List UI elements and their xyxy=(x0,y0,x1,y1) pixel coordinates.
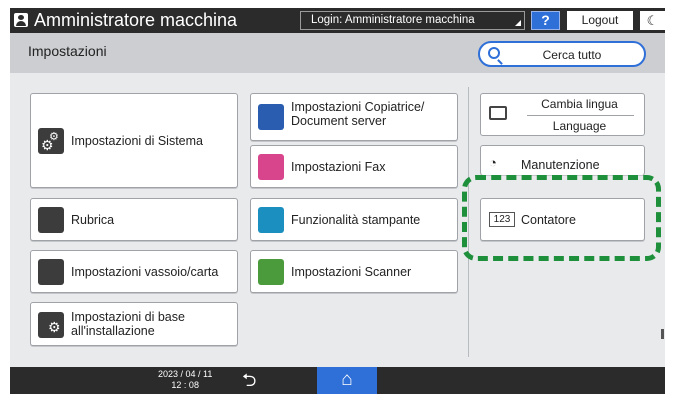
copier-icon xyxy=(258,104,284,130)
datetime: 2023 / 04 / 11 12 : 08 xyxy=(158,369,212,391)
search-all-button[interactable]: Cerca tutto xyxy=(478,41,646,67)
paper-tray-icon xyxy=(38,259,64,285)
printer-features-label: Funzionalità stampante xyxy=(291,213,421,227)
search-icon xyxy=(488,47,500,59)
system-settings-label: Impostazioni di Sistema xyxy=(71,134,204,148)
scanner-settings-label: Impostazioni Scanner xyxy=(291,265,412,279)
scanner-icon xyxy=(258,259,284,285)
bottom-bar: 2023 / 04 / 11 12 : 08 ⮌ ⌂ xyxy=(10,367,665,394)
copier-settings-label: Impostazioni Copiatrice/ Document server xyxy=(291,100,425,128)
tray-paper-tile[interactable]: Impostazioni vassoio/carta xyxy=(30,250,238,293)
printer-features-tile[interactable]: Funzionalità stampante xyxy=(250,198,458,241)
language-separator xyxy=(527,115,634,116)
main-area: ⚙ ⚙ Impostazioni di Sistema Impostazioni… xyxy=(10,73,665,367)
addressbook-label: Rubrica xyxy=(71,213,115,227)
search-all-label: Cerca tutto xyxy=(542,48,602,62)
language-label: Language xyxy=(552,119,607,133)
page-title: Impostazioni xyxy=(28,43,107,59)
copier-settings-tile[interactable]: Impostazioni Copiatrice/ Document server xyxy=(250,93,458,141)
date-text: 2023 / 04 / 11 xyxy=(158,369,213,379)
addressbook-tile[interactable]: Rubrica xyxy=(30,198,238,241)
help-button[interactable]: ? xyxy=(531,11,560,30)
change-language-label: Cambia lingua xyxy=(541,97,618,111)
scanner-settings-tile[interactable]: Impostazioni Scanner xyxy=(250,250,458,293)
fax-icon xyxy=(258,154,284,180)
printer-icon xyxy=(258,207,284,233)
user-title: Amministratore macchina xyxy=(34,10,238,30)
top-bar: Amministratore macchina Login: Amministr… xyxy=(10,8,665,33)
user-icon xyxy=(14,13,28,27)
install-settings-tile[interactable]: ⚙ Impostazioni di base all'installazione xyxy=(30,302,238,346)
language-icon xyxy=(489,106,507,120)
highlight-frame xyxy=(462,175,661,261)
login-field[interactable]: Login: Amministratore macchina xyxy=(300,11,525,30)
page-header: Impostazioni Cerca tutto xyxy=(10,33,665,73)
back-icon[interactable]: ⮌ xyxy=(242,369,256,391)
gears-icon: ⚙ ⚙ xyxy=(38,128,64,154)
install-settings-label: Impostazioni di base all'installazione xyxy=(71,310,185,338)
maintenance-tile[interactable]: ◔ Manutenzione xyxy=(480,145,645,175)
moon-icon[interactable]: ☾ xyxy=(640,11,665,30)
install-gear-icon: ⚙ xyxy=(38,312,64,338)
system-settings-tile[interactable]: ⚙ ⚙ Impostazioni di Sistema xyxy=(30,93,238,188)
fax-settings-tile[interactable]: Impostazioni Fax xyxy=(250,145,458,188)
fax-settings-label: Impostazioni Fax xyxy=(291,160,386,174)
logout-button[interactable]: Logout xyxy=(567,11,633,30)
time-text: 12 : 08 xyxy=(171,380,199,390)
tray-paper-label: Impostazioni vassoio/carta xyxy=(71,265,219,279)
maintenance-label: Manutenzione xyxy=(521,158,600,172)
addressbook-icon xyxy=(38,207,64,233)
change-language-button[interactable]: Cambia lingua Language xyxy=(480,93,645,136)
home-icon[interactable]: ⌂ xyxy=(317,367,377,394)
scroll-indicator[interactable] xyxy=(661,329,664,339)
